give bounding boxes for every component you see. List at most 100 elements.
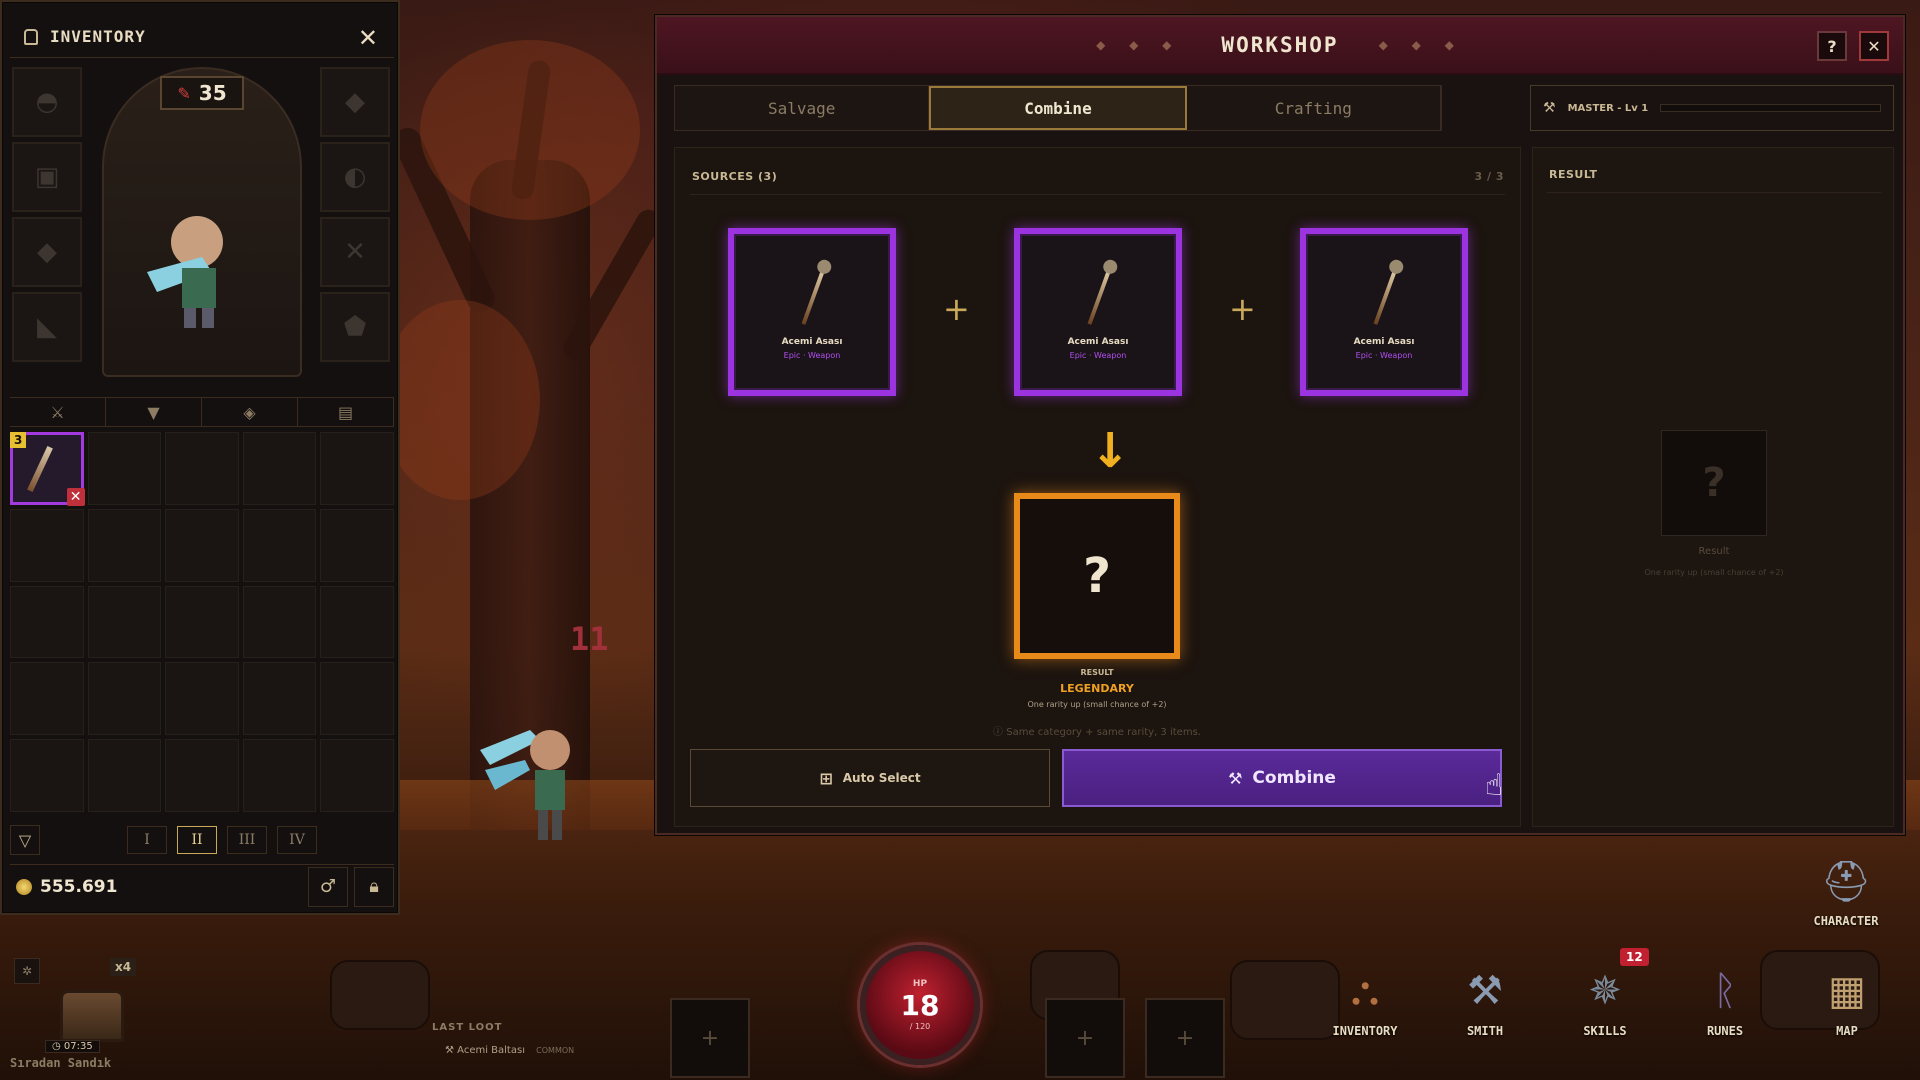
inventory-cell[interactable] <box>242 508 317 582</box>
chest-slot[interactable]: ▣ <box>12 142 82 212</box>
inventory-cell[interactable] <box>10 508 84 582</box>
level-value: 35 <box>198 81 227 105</box>
workshop-title: WORKSHOP <box>1221 33 1339 57</box>
workshop-panel: ◆ ◆ ◆ WORKSHOP ◆ ◆ ◆ ? ✕ Salvage Combine… <box>655 15 1905 835</box>
inventory-cell[interactable] <box>320 739 394 812</box>
inventory-cell[interactable] <box>87 432 162 505</box>
inventory-cell[interactable] <box>242 739 317 812</box>
skills-badge: 12 <box>1620 948 1649 966</box>
chest-settings-button[interactable]: ✲ <box>14 958 40 984</box>
inventory-cell[interactable] <box>87 739 162 812</box>
page-button-1[interactable]: I <box>127 826 167 854</box>
last-loot-name: Acemi Baltası <box>457 1045 525 1056</box>
scroll-tab[interactable]: ▤ <box>298 398 394 426</box>
combine-button[interactable]: ⚒ Combine <box>1062 749 1502 807</box>
anvil-icon: ⚒ <box>1467 968 1503 1014</box>
item-name: Acemi Asası <box>1067 337 1129 347</box>
staff-icon <box>801 265 827 325</box>
inventory-cell[interactable] <box>242 432 317 505</box>
lock-button[interactable]: 🔒︎ <box>354 866 394 907</box>
auto-select-button[interactable]: ⊞ Auto Select <box>690 749 1050 807</box>
inventory-cell[interactable] <box>320 432 394 505</box>
clock-icon: ◷ <box>52 1041 64 1052</box>
help-button[interactable]: ? <box>1817 31 1847 61</box>
character-preview <box>147 216 223 328</box>
page-button-3[interactable]: III <box>227 826 267 854</box>
helmet-slot[interactable]: ◓ <box>12 67 82 137</box>
hand-cursor-icon: ☝ <box>1485 768 1504 803</box>
inventory-cell[interactable] <box>87 508 162 582</box>
chest-timer: ◷ 07:35 <box>45 1040 100 1053</box>
divider <box>1547 192 1881 193</box>
close-icon[interactable]: ✕ <box>358 24 378 52</box>
source-slot-3[interactable]: Acemi Asası Epic · Weapon <box>1300 228 1468 396</box>
inventory-cell[interactable] <box>242 662 317 736</box>
inventory-cell[interactable] <box>10 662 84 736</box>
skill-slot-2[interactable]: + <box>1045 998 1125 1078</box>
gloves-slot[interactable]: ◆ <box>12 217 82 287</box>
gem-tab[interactable]: ◈ <box>202 398 298 426</box>
ring-slot[interactable]: ◐ <box>320 142 390 212</box>
page-buttons: I II III IV <box>50 826 394 854</box>
pen-icon: ✎ <box>177 83 191 103</box>
tab-combine[interactable]: Combine <box>929 86 1187 130</box>
remove-icon[interactable]: ✕ <box>66 487 85 506</box>
weapon-tab[interactable]: ⚔ <box>10 398 106 426</box>
gold-row: 555.691 ♂ 🔒︎ <box>10 864 394 908</box>
mastery-indicator: ⚒ MASTER - Lv 1 <box>1530 85 1894 131</box>
map-button[interactable]: ▦ MAP <box>1797 960 1897 1038</box>
inventory-cell[interactable] <box>87 585 162 659</box>
staff-icon <box>1373 265 1399 325</box>
tab-salvage[interactable]: Salvage <box>675 86 930 130</box>
inventory-cell[interactable] <box>320 662 394 736</box>
armor-tab[interactable]: ▼ <box>106 398 202 426</box>
item-name: Acemi Asası <box>781 337 843 347</box>
inventory-cell[interactable] <box>165 662 239 736</box>
inventory-item-staff[interactable]: 3 ✕ <box>10 432 85 506</box>
hero-sprite <box>480 730 570 840</box>
last-loot-rarity: COMMON <box>536 1046 575 1055</box>
skills-button[interactable]: ✵ SKILLS <box>1555 960 1655 1038</box>
inventory-cell[interactable] <box>165 432 239 505</box>
inventory-cell[interactable] <box>320 508 394 582</box>
result-rarity: LEGENDARY <box>1060 682 1134 695</box>
character-button[interactable]: ⛑ CHARACTER <box>1796 850 1896 929</box>
scroll-icon: ▤ <box>337 402 354 422</box>
filter-button[interactable]: ▽ <box>10 825 40 855</box>
inventory-cell[interactable] <box>242 585 317 659</box>
skill-slot-3[interactable]: + <box>1145 998 1225 1078</box>
wheel-icon: ✵ <box>1588 968 1622 1014</box>
source-slot-2[interactable]: Acemi Asası Epic · Weapon <box>1014 228 1182 396</box>
inventory-cell[interactable] <box>165 508 239 582</box>
page-button-4[interactable]: IV <box>277 826 317 854</box>
skills-label: SKILLS <box>1583 1024 1627 1038</box>
inventory-cell[interactable] <box>10 739 84 812</box>
boots-icon: ◣ <box>37 312 57 342</box>
inventory-cell[interactable] <box>87 662 162 736</box>
amulet-slot[interactable]: ◆ <box>320 67 390 137</box>
inventory-cell[interactable] <box>320 585 394 659</box>
result-slot: ? <box>1014 493 1180 659</box>
source-slot-1[interactable]: Acemi Asası Epic · Weapon <box>728 228 896 396</box>
weapon-slot[interactable]: ✕ <box>320 217 390 287</box>
sort-button[interactable]: ♂ <box>308 866 348 907</box>
inventory-cell[interactable] <box>165 585 239 659</box>
smith-button[interactable]: ⚒ SMITH <box>1435 960 1535 1038</box>
foliage <box>380 300 540 500</box>
tab-crafting[interactable]: Crafting <box>1186 86 1441 130</box>
workshop-header: ◆ ◆ ◆ WORKSHOP ◆ ◆ ◆ ? ✕ <box>657 17 1903 75</box>
inventory-header: INVENTORY ✕ <box>10 16 394 58</box>
runes-label: RUNES <box>1706 1024 1744 1038</box>
result-preview-label: Result <box>1698 546 1730 557</box>
inventory-cell[interactable] <box>165 739 239 812</box>
runes-button[interactable]: ᚱ RUNES <box>1675 960 1775 1038</box>
page-button-2[interactable]: II <box>177 826 217 854</box>
boots-slot[interactable]: ◣ <box>12 292 82 362</box>
inventory-button[interactable]: ⛬ INVENTORY <box>1315 960 1415 1038</box>
skill-slot-1[interactable]: + <box>670 998 750 1078</box>
chest-icon[interactable] <box>60 990 124 1042</box>
close-button[interactable]: ✕ <box>1859 31 1889 61</box>
inventory-cell[interactable] <box>10 585 84 659</box>
shield-slot[interactable]: ⬟ <box>320 292 390 362</box>
auto-select-label: Auto Select <box>842 771 921 785</box>
